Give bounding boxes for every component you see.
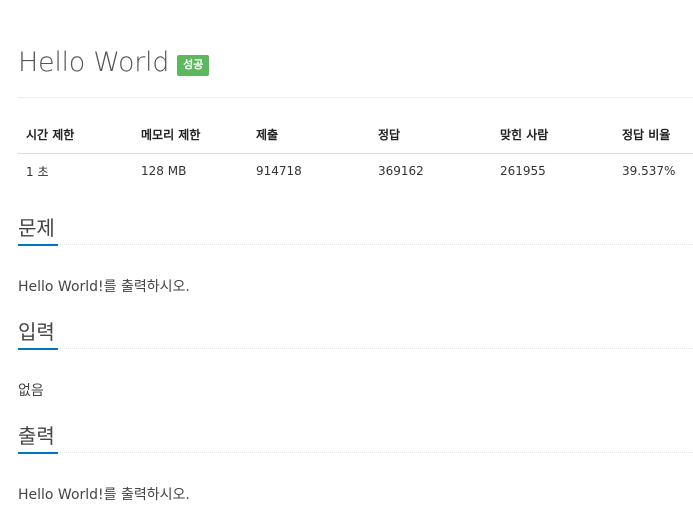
header-solved-users: 맞힌 사람 [492, 116, 614, 154]
section-underline [18, 348, 58, 350]
title-divider [18, 97, 693, 98]
section-body: Hello World!를 출력하시오. [18, 487, 190, 503]
value-submissions: 914718 [256, 164, 302, 179]
value-solved-users: 261955 [500, 164, 546, 179]
section-title: 문제 [18, 216, 55, 240]
table-header-row: 시간 제한 메모리 제한 제출 정답 맞힌 사람 정답 비율 [18, 116, 693, 154]
header-time-limit: 시간 제한 [18, 116, 133, 154]
section-underline [18, 452, 58, 454]
header-accepted: 정답 [370, 116, 492, 154]
section-underline [18, 244, 58, 246]
table-row: 1 초 128 MB 914718 369162 261955 39.537% [18, 153, 693, 189]
value-accepted: 369162 [378, 164, 424, 179]
status-badge: 성공 [177, 54, 210, 76]
value-accept-ratio: 39.537% [622, 164, 676, 179]
header-memory-limit: 메모리 제한 [133, 116, 248, 154]
problem-header: Hello World 성공 [18, 44, 210, 80]
problem-info-table: 시간 제한 메모리 제한 제출 정답 맞힌 사람 정답 비율 1 초 128 M… [18, 116, 693, 189]
section-body: 없음 [18, 383, 44, 399]
value-memory-limit: 128 MB [141, 164, 187, 179]
section-input: 입력 없음 [18, 317, 693, 400]
section-header: 출력 [18, 421, 693, 454]
section-header: 입력 [18, 317, 693, 350]
header-submissions: 제출 [248, 116, 370, 154]
section-description: 문제 Hello World!를 출력하시오. [18, 213, 693, 296]
section-title: 출력 [18, 424, 55, 448]
value-time-limit: 1 초 [26, 164, 49, 179]
section-title: 입력 [18, 320, 55, 344]
section-body: Hello World!를 출력하시오. [18, 279, 190, 295]
header-accept-ratio: 정답 비율 [614, 116, 693, 154]
section-header: 문제 [18, 213, 693, 246]
problem-title: Hello World [18, 46, 170, 78]
section-output: 출력 Hello World!를 출력하시오. [18, 421, 693, 504]
problem-page: Hello World 성공 시간 제한 메모리 제한 제출 정답 맞힌 사람 … [18, 0, 693, 529]
